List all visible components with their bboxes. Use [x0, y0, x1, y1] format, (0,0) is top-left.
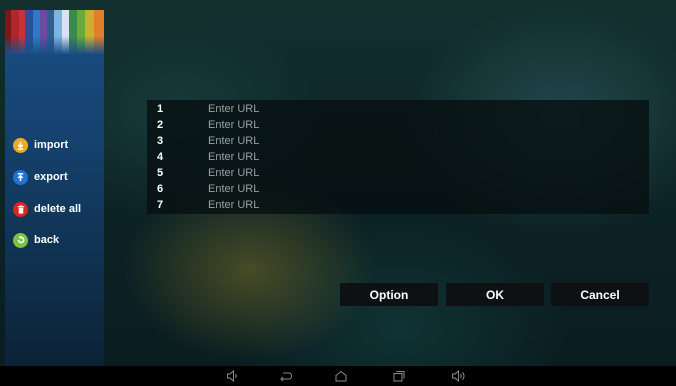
url-input-placeholder[interactable]: Enter URL	[208, 165, 259, 181]
url-input-placeholder[interactable]: Enter URL	[208, 181, 259, 197]
url-row-number: 5	[157, 167, 164, 179]
download-circle-icon	[13, 137, 28, 153]
upload-circle-icon	[13, 169, 28, 185]
export-label: export	[34, 171, 68, 183]
back-circle-icon	[13, 232, 28, 248]
url-input-placeholder[interactable]: Enter URL	[208, 149, 259, 165]
delete-all-label: delete all	[34, 203, 82, 215]
sidebar: import export delete all back	[5, 10, 104, 366]
cancel-button[interactable]: Cancel	[551, 283, 649, 306]
ok-button[interactable]: OK	[446, 283, 544, 306]
sidebar-color-stripes	[5, 10, 104, 54]
url-row-number: 2	[157, 119, 164, 131]
back-icon[interactable]	[279, 369, 293, 383]
url-input-placeholder[interactable]: Enter URL	[208, 197, 259, 213]
url-row-number: 3	[157, 135, 164, 147]
import-button[interactable]: import	[13, 136, 68, 154]
url-row[interactable]: 7 Enter URL	[147, 197, 649, 213]
system-navigation-bar	[0, 366, 676, 386]
screen-background: import export delete all back 1 Enter UR…	[0, 0, 676, 366]
recent-apps-icon[interactable]	[392, 369, 406, 383]
home-icon[interactable]	[334, 369, 348, 383]
url-list: 1 Enter URL 2 Enter URL 3 Enter URL 4 En…	[147, 100, 649, 214]
url-row-number: 1	[157, 103, 164, 115]
volume-up-icon[interactable]	[451, 369, 467, 383]
back-label: back	[34, 234, 60, 246]
trash-icon	[13, 201, 28, 217]
url-row[interactable]: 5 Enter URL	[147, 165, 649, 181]
url-row-number: 7	[157, 199, 164, 211]
url-input-placeholder[interactable]: Enter URL	[208, 101, 259, 117]
url-row-number: 6	[157, 183, 164, 195]
url-input-placeholder[interactable]: Enter URL	[208, 117, 259, 133]
import-label: import	[34, 139, 69, 151]
url-row-number: 4	[157, 151, 164, 163]
url-row[interactable]: 4 Enter URL	[147, 149, 649, 165]
url-input-placeholder[interactable]: Enter URL	[208, 133, 259, 149]
url-row[interactable]: 3 Enter URL	[147, 133, 649, 149]
url-row[interactable]: 1 Enter URL	[147, 101, 649, 117]
export-button[interactable]: export	[13, 168, 68, 186]
delete-all-button[interactable]: delete all	[13, 200, 81, 218]
url-row[interactable]: 6 Enter URL	[147, 181, 649, 197]
back-button[interactable]: back	[13, 231, 59, 249]
volume-down-icon[interactable]	[226, 369, 240, 383]
url-row[interactable]: 2 Enter URL	[147, 117, 649, 133]
option-button[interactable]: Option	[340, 283, 438, 306]
